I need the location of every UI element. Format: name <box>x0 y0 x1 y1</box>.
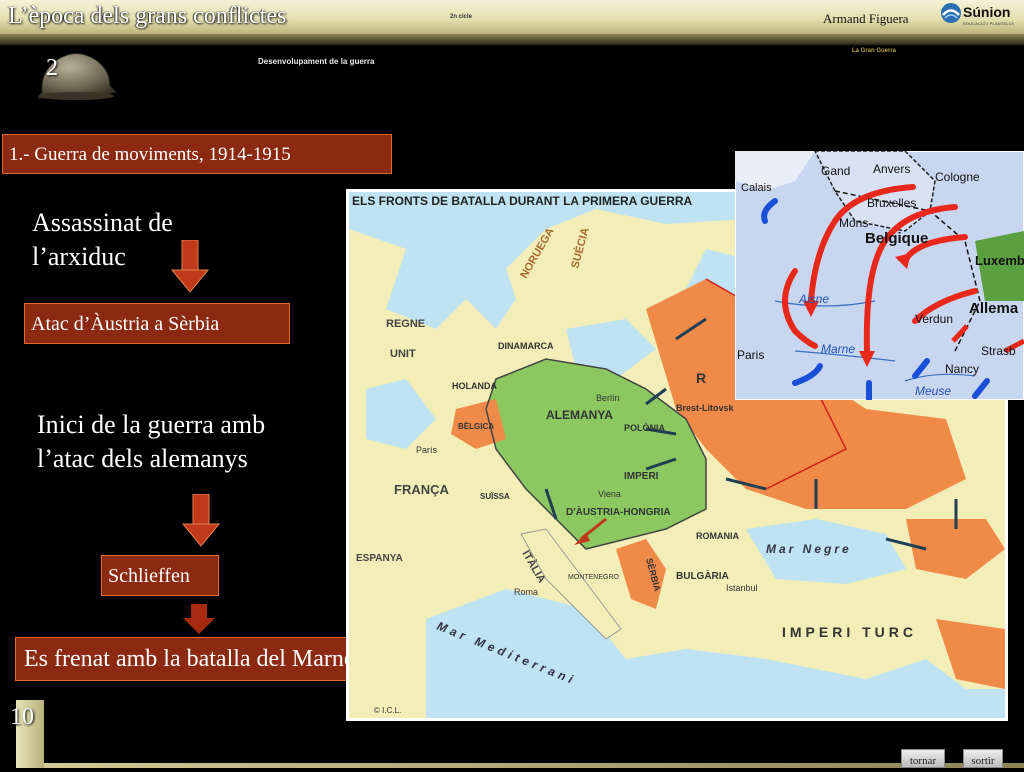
down-arrow-icon <box>181 494 221 547</box>
inset-label-anvers: Anvers <box>873 162 910 176</box>
inset-label-mons: Mons <box>839 216 868 230</box>
inset-label-bruxelles: Bruxelles <box>867 196 916 210</box>
header-bar: L’època dels grans conflictes 2n cicle A… <box>0 0 1024 34</box>
header-strip <box>0 34 1024 46</box>
map-label-franca: FRANÇA <box>394 482 449 497</box>
map-label-mar-negre: Mar Negre <box>766 542 852 556</box>
back-button[interactable]: tornar <box>901 749 945 768</box>
step2-text: Inici de la guerra amb l’atac dels alema… <box>37 410 266 473</box>
map-label-suissa: SUÏSSA <box>480 492 510 501</box>
map-label-viena: Viena <box>598 489 621 499</box>
author-name: Armand Figuera <box>823 11 909 26</box>
inset-label-meuse: Meuse <box>915 384 951 398</box>
sunion-logo: Súnion EDUCACIÓ I PLANTELLS <box>940 2 1020 30</box>
inset-label-marne: Marne <box>821 342 855 356</box>
map-label-brest: Brest-Litovsk <box>676 403 735 413</box>
exit-button[interactable]: sortir <box>963 749 1003 768</box>
map-label-polonia: POLÒNIA <box>624 422 666 433</box>
map-label-alemanya: ALEMANYA <box>546 408 613 422</box>
section-title: 1.- Guerra de moviments, 1914-1915 <box>2 134 392 174</box>
down-arrow-icon <box>170 240 210 293</box>
inset-label-gand: Gand <box>821 164 850 178</box>
logo-subtext: EDUCACIÓ I PLANTELLS <box>963 21 1015 26</box>
map-label-regne: REGNE <box>386 318 425 330</box>
map-label-istanbul: Istanbul <box>726 583 758 593</box>
inset-label-nancy: Nancy <box>945 362 979 376</box>
map-label-roma: Roma <box>514 587 538 597</box>
cycle-label: 2n cicle <box>450 14 473 20</box>
map-label-holanda: HOLANDA <box>452 381 497 391</box>
map-label-montenegro: MONTENEGRO <box>568 574 620 581</box>
inset-label-paris: Paris <box>737 348 764 362</box>
inset-label-cologne: Cologne <box>935 170 980 184</box>
inset-label-belgique: Belgique <box>865 230 928 247</box>
page-title: L’època dels grans conflictes <box>8 3 287 29</box>
map-label-paris: París <box>416 445 438 455</box>
section-tag: La Gran Guerra <box>852 48 897 54</box>
step2-effect: Schlieffen <box>101 555 219 596</box>
map-label-belgica: BÈLGICA <box>458 422 494 431</box>
map-label-romania: ROMANIA <box>696 531 739 541</box>
step1-effect: Atac d’Àustria a Sèrbia <box>24 303 290 344</box>
down-arrow-icon <box>183 604 215 634</box>
inset-label-strasb: Strasb <box>981 344 1016 358</box>
map-title: ELS FRONTS DE BATALLA DURANT LA PRIMERA … <box>352 194 693 208</box>
unit-number: 2 <box>46 55 58 81</box>
inset-label-verdun: Verdun <box>915 312 953 326</box>
map-label-russia: R <box>696 370 706 386</box>
footer-line <box>44 763 1024 768</box>
western-front-inset-map: Calais Gand Anvers Cologne Bruxelles Mon… <box>735 151 1024 400</box>
map-label-dinamarca: DINAMARCA <box>498 341 554 351</box>
sunion-logo-icon <box>941 3 961 23</box>
inset-label-allema: Allema <box>969 300 1019 317</box>
map-label-austria-hongria: D'ÀUSTRIA-HONGRIA <box>566 505 671 518</box>
map-label-berlin: Berlín <box>596 393 620 403</box>
map-label-espanya: ESPANYA <box>356 553 403 564</box>
inset-label-luxemb: Luxemb <box>975 253 1024 268</box>
map-label-bulgaria: BULGÀRIA <box>676 569 729 582</box>
map-label-imperi: IMPERI <box>624 471 659 482</box>
map-label-imperi-turc: IMPERI TURC <box>782 624 917 640</box>
map-credit: © I.C.L. <box>374 706 401 715</box>
slide-subtitle: Desenvolupament de la guerra <box>258 57 375 66</box>
logo-text: Súnion <box>963 4 1011 20</box>
inset-label-calais: Calais <box>741 182 772 194</box>
inset-label-aisne: Aisne <box>798 292 829 306</box>
map-label-unit: UNIT <box>390 348 416 360</box>
slide-number: 10 <box>10 704 34 730</box>
